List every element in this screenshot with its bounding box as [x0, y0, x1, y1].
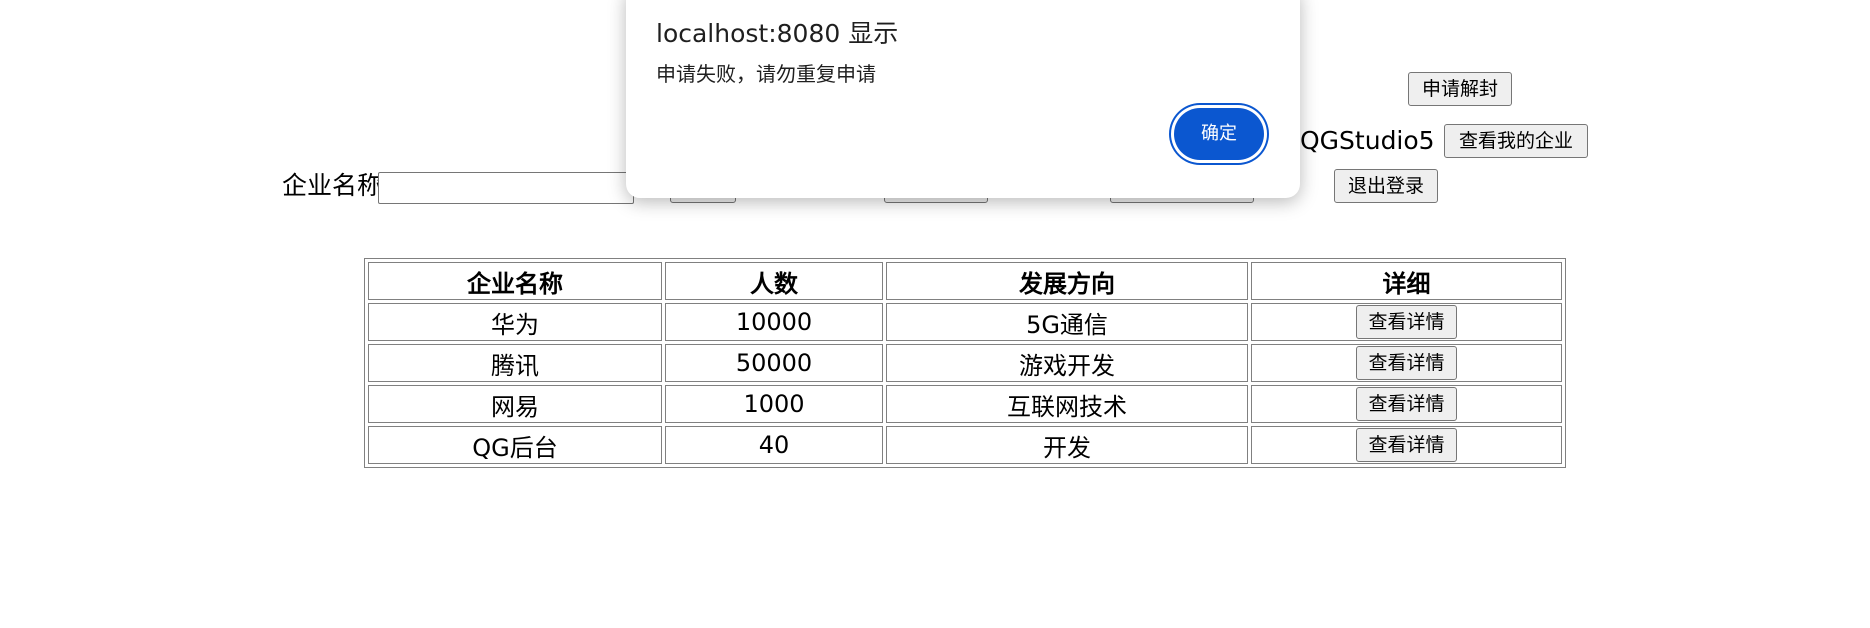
header-direction: 发展方向	[886, 262, 1248, 300]
cell-direction: 5G通信	[886, 303, 1248, 341]
view-detail-button[interactable]: 查看详情	[1356, 428, 1457, 462]
cell-count: 10000	[665, 303, 883, 341]
table-row: 网易 1000 互联网技术 查看详情	[368, 385, 1562, 423]
cell-direction: 开发	[886, 426, 1248, 464]
username-text: QGStudio5	[1300, 126, 1435, 155]
cell-direction: 互联网技术	[886, 385, 1248, 423]
enterprise-table: 企业名称 人数 发展方向 详细 华为 10000 5G通信 查看详情 腾讯 50…	[364, 258, 1566, 468]
logout-button[interactable]: 退出登录	[1334, 169, 1438, 203]
cell-company-name: 网易	[368, 385, 662, 423]
page: 申请解封 QGStudio5 查看我的企业 退出登录 企业名称 企业名称 人数 …	[0, 0, 1870, 628]
cell-company-name: QG后台	[368, 426, 662, 464]
cell-count: 50000	[665, 344, 883, 382]
username-label: QGStudio5	[1300, 126, 1435, 156]
view-detail-button[interactable]: 查看详情	[1356, 305, 1457, 339]
table-row: 华为 10000 5G通信 查看详情	[368, 303, 1562, 341]
header-detail: 详细	[1251, 262, 1562, 300]
cell-detail: 查看详情	[1251, 303, 1562, 341]
table-row: QG后台 40 开发 查看详情	[368, 426, 1562, 464]
cell-count: 40	[665, 426, 883, 464]
dialog-title: localhost:8080 显示	[656, 19, 899, 48]
cell-detail: 查看详情	[1251, 426, 1562, 464]
cell-direction: 游戏开发	[886, 344, 1248, 382]
company-name-input[interactable]	[378, 172, 634, 204]
cell-count: 1000	[665, 385, 883, 423]
alert-dialog: localhost:8080 显示 申请失败，请勿重复申请 确定	[626, 0, 1300, 198]
table-row: 腾讯 50000 游戏开发 查看详情	[368, 344, 1562, 382]
cell-detail: 查看详情	[1251, 344, 1562, 382]
view-detail-button[interactable]: 查看详情	[1356, 387, 1457, 421]
table-header-row: 企业名称 人数 发展方向 详细	[368, 262, 1562, 300]
cell-company-name: 腾讯	[368, 344, 662, 382]
apply-unban-button[interactable]: 申请解封	[1408, 72, 1512, 106]
header-company-name: 企业名称	[368, 262, 662, 300]
company-name-label: 企业名称	[282, 171, 383, 200]
view-detail-button[interactable]: 查看详情	[1356, 346, 1457, 380]
dialog-message: 申请失败，请勿重复申请	[656, 62, 876, 86]
cell-company-name: 华为	[368, 303, 662, 341]
cell-detail: 查看详情	[1251, 385, 1562, 423]
my-company-button[interactable]: 查看我的企业	[1444, 124, 1588, 158]
dialog-ok-button[interactable]: 确定	[1174, 108, 1264, 160]
header-count: 人数	[665, 262, 883, 300]
